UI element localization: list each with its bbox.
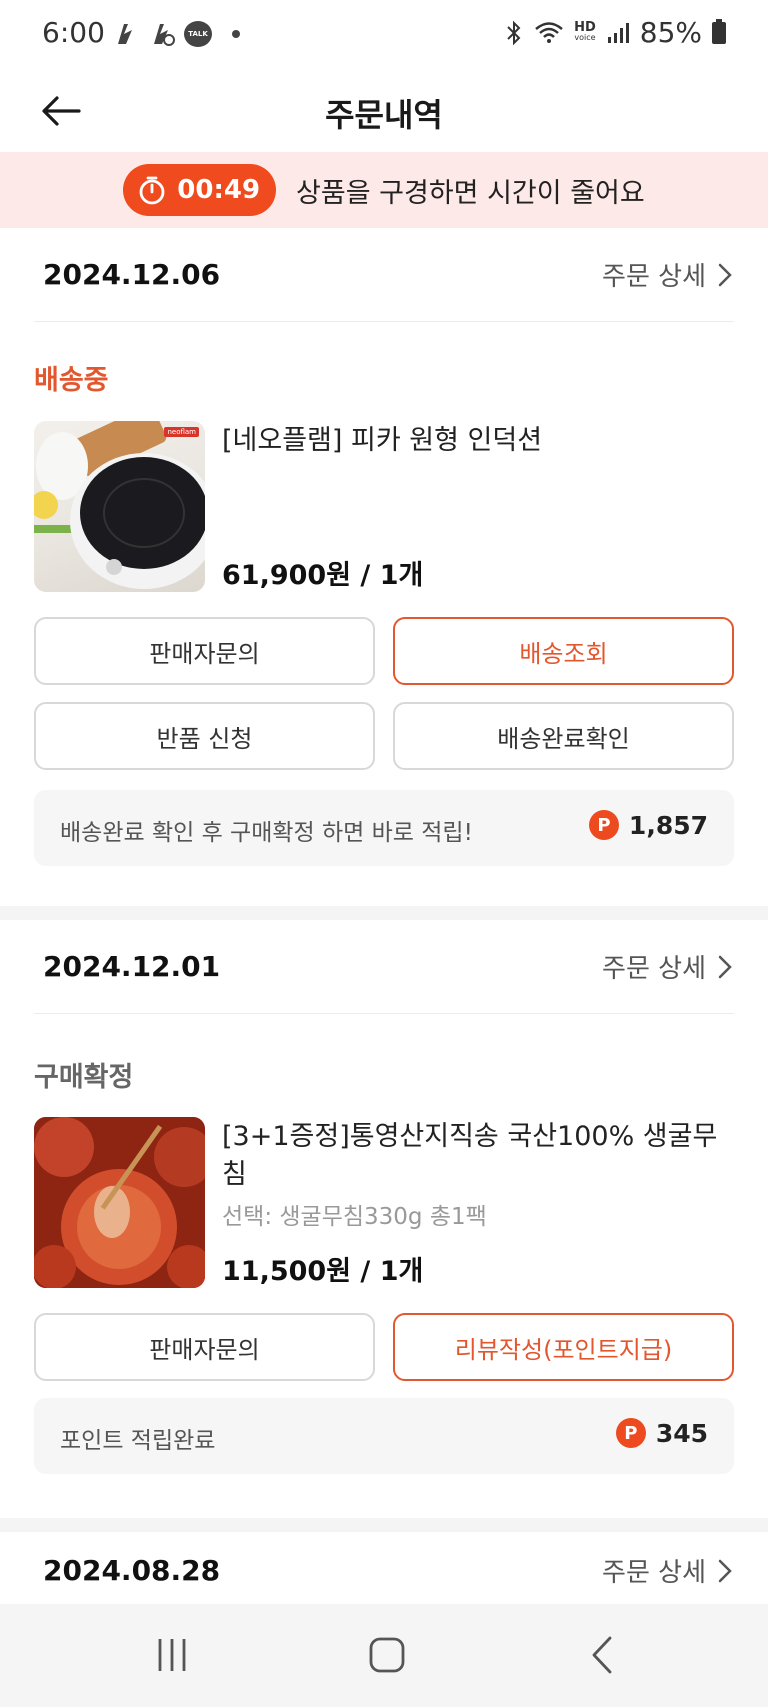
return-request-button[interactable]: 반품 신청 <box>34 702 375 770</box>
talk-badge-text: TALK <box>188 30 208 38</box>
product-price: 11,500원 / 1개 <box>222 1256 424 1287</box>
induction-cooktop-image <box>34 421 205 589</box>
notification-icons: TALK <box>112 20 240 48</box>
point-message: 배송완료 확인 후 구매확정 하면 바로 적립! <box>60 820 473 846</box>
timer-message: 상품을 구경하면 시간이 줄어요 <box>296 177 645 209</box>
chevron-right-icon <box>718 1559 732 1582</box>
status-bar: 6:00 TALK HD voice 85% <box>0 0 768 70</box>
battery-percent: 85% <box>639 16 702 49</box>
nav-back-icon <box>592 1636 612 1674</box>
seller-inquiry-button[interactable]: 판매자문의 <box>34 1313 375 1381</box>
app-header: 주문내역 <box>0 70 768 152</box>
point-message: 포인트 적립완료 <box>60 1428 216 1454</box>
timer-value: 00:49 <box>177 175 261 205</box>
product-option: 선택: 생굴무침330g 총1팩 <box>222 1204 487 1230</box>
app-notification-icon-2 <box>154 24 175 46</box>
timer-badge: 00:49 <box>123 164 277 216</box>
point-info-box: 배송완료 확인 후 구매확정 하면 바로 적립! P 1,857 <box>34 790 734 866</box>
order-card: 2024.12.06 주문 상세 배송중 neoflam [네오플램] 피카 원… <box>0 228 768 906</box>
home-button[interactable] <box>357 1630 417 1680</box>
chevron-right-icon <box>718 955 732 978</box>
write-review-button[interactable]: 리뷰작성(포인트지급) <box>393 1313 734 1381</box>
point-info-box: 포인트 적립완료 P 345 <box>34 1398 734 1474</box>
order-date: 2024.12.01 <box>43 950 221 983</box>
order-header: 2024.12.06 주문 상세 <box>34 228 734 322</box>
timer-banner[interactable]: 00:49 상품을 구경하면 시간이 줄어요 <box>0 152 768 228</box>
home-icon <box>369 1637 405 1673</box>
order-date: 2024.08.28 <box>43 1554 221 1587</box>
talk-icon: TALK <box>184 21 212 47</box>
point-value: 1,857 <box>628 810 708 840</box>
order-header: 2024.08.28 주문 상세 <box>34 1532 734 1604</box>
point-amount: P 345 <box>615 1418 708 1448</box>
stopwatch-icon <box>139 176 165 205</box>
app-notification-icon <box>118 24 132 44</box>
order-detail-label: 주문 상세 <box>602 954 706 984</box>
order-detail-label: 주문 상세 <box>602 262 706 292</box>
system-nav-bar <box>0 1604 768 1707</box>
product-price: 61,900원 / 1개 <box>222 560 424 591</box>
order-header: 2024.12.01 주문 상세 <box>34 920 734 1014</box>
hd-text: HD <box>574 19 596 35</box>
section-divider <box>0 906 768 920</box>
dot-icon <box>232 30 240 38</box>
recent-apps-button[interactable] <box>142 1630 202 1680</box>
product-thumbnail[interactable]: neoflam <box>34 421 205 592</box>
oyster-dish-image <box>34 1117 205 1288</box>
order-status: 구매확정 <box>34 1062 134 1093</box>
product-thumbnail[interactable] <box>34 1117 205 1288</box>
product-name[interactable]: [네오플램] 피카 원형 인덕션 <box>222 422 728 460</box>
point-icon: P <box>588 810 619 840</box>
system-icons: HD voice 85% <box>504 16 726 49</box>
signal-icon <box>607 22 629 43</box>
page-title: 주문내역 <box>325 96 443 134</box>
order-card: 2024.08.28 주문 상세 <box>0 1532 768 1604</box>
chevron-right-icon <box>718 263 732 286</box>
hd-voice-icon: HD voice <box>574 19 596 43</box>
thumb-brand-text: neoflam <box>164 427 199 437</box>
order-detail-label: 주문 상세 <box>602 1558 706 1588</box>
order-detail-link[interactable]: 주문 상세 <box>602 1552 732 1589</box>
track-delivery-button[interactable]: 배송조회 <box>393 617 734 685</box>
section-divider <box>0 1518 768 1532</box>
order-detail-link[interactable]: 주문 상세 <box>602 256 732 293</box>
order-card: 2024.12.01 주문 상세 구매확정 [3+1증정]통영산지직송 국산10… <box>0 920 768 1518</box>
voice-text: voice <box>574 32 596 42</box>
point-icon: P <box>615 1418 646 1448</box>
wifi-icon <box>535 21 563 43</box>
point-value: 345 <box>655 1418 708 1448</box>
product-name[interactable]: [3+1증정]통영산지직송 국산100% 생굴무침 <box>222 1118 728 1194</box>
recent-apps-icon <box>158 1639 186 1671</box>
point-amount: P 1,857 <box>588 810 708 840</box>
nav-back-button[interactable] <box>572 1630 632 1680</box>
seller-inquiry-button[interactable]: 판매자문의 <box>34 617 375 685</box>
status-time: 6:00 <box>42 16 105 49</box>
battery-icon <box>712 18 726 44</box>
order-date: 2024.12.06 <box>43 258 221 291</box>
confirm-delivery-button[interactable]: 배송완료확인 <box>393 702 734 770</box>
order-detail-link[interactable]: 주문 상세 <box>602 948 732 985</box>
bluetooth-icon <box>507 20 521 45</box>
order-status: 배송중 <box>34 365 109 396</box>
